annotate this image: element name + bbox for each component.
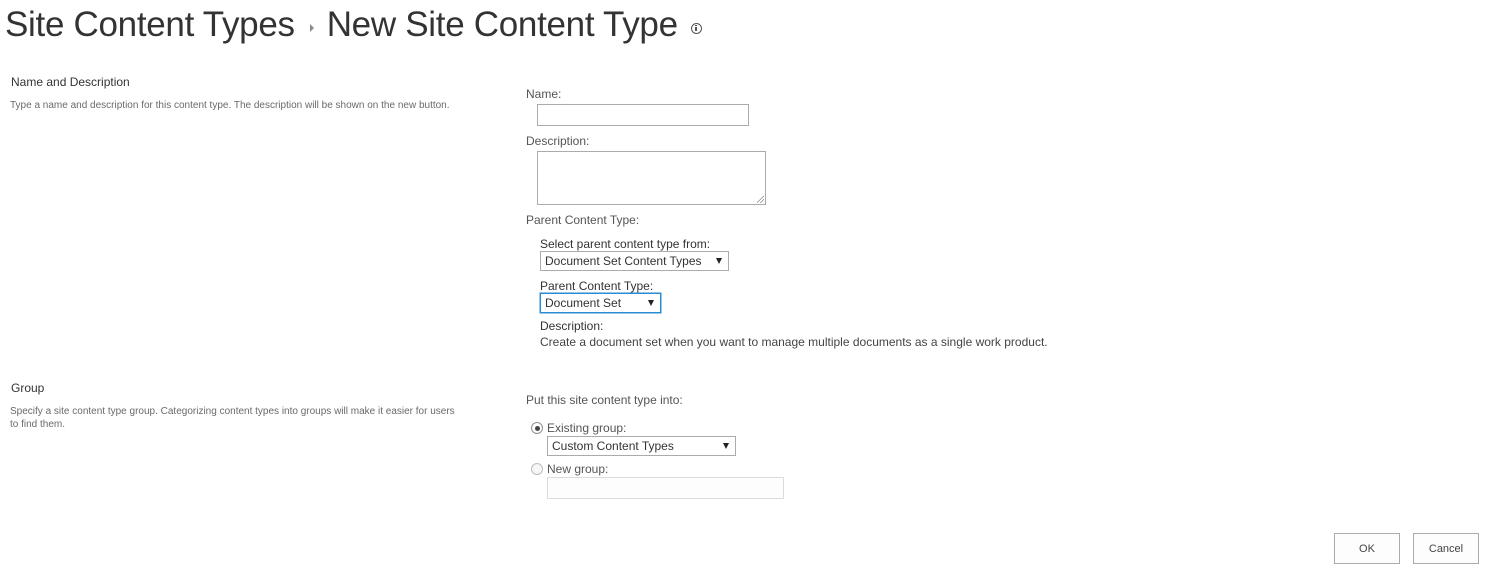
group-section-description-line2: to find them. — [10, 419, 66, 430]
parent-type-label: Parent Content Type: — [540, 279, 654, 293]
group-section-description-line1: Specify a site content type group. Categ… — [10, 406, 455, 417]
chevron-right-icon — [309, 24, 314, 32]
page-title: New Site Content Type — [326, 5, 678, 44]
new-group-input[interactable] — [547, 477, 784, 499]
cancel-button[interactable]: Cancel — [1413, 533, 1479, 564]
parent-content-type-label: Parent Content Type: — [526, 213, 640, 227]
new-group-label[interactable]: New group: — [547, 462, 608, 476]
existing-group-radio[interactable] — [531, 422, 543, 434]
existing-group-label[interactable]: Existing group: — [547, 421, 626, 435]
dropdown-arrow-icon — [716, 258, 722, 264]
existing-group-select-value: Custom Content Types — [552, 439, 674, 453]
parent-type-select[interactable]: Document Set — [540, 293, 661, 313]
parent-description-text: Create a document set when you want to m… — [540, 335, 1048, 349]
name-section-description: Type a name and description for this con… — [10, 100, 450, 111]
ok-button[interactable]: OK — [1334, 533, 1400, 564]
dropdown-arrow-icon — [723, 443, 729, 449]
description-textarea[interactable] — [537, 151, 766, 205]
breadcrumb: Site Content Types New Site Content Type — [5, 2, 702, 48]
group-section-heading: Group — [11, 381, 45, 395]
name-section-heading: Name and Description — [11, 75, 130, 89]
info-icon[interactable] — [690, 22, 702, 34]
resize-grip-icon[interactable] — [757, 196, 764, 203]
new-group-radio[interactable] — [531, 463, 543, 475]
parent-description-label: Description: — [540, 319, 604, 333]
put-into-label: Put this site content type into: — [526, 393, 683, 407]
parent-type-select-value: Document Set — [545, 296, 622, 310]
dropdown-arrow-icon — [648, 300, 654, 306]
parent-group-select[interactable]: Document Set Content Types — [540, 251, 729, 271]
select-parent-from-label: Select parent content type from: — [540, 237, 711, 251]
breadcrumb-parent-link[interactable]: Site Content Types — [5, 5, 295, 45]
name-input[interactable] — [537, 104, 749, 126]
existing-group-select[interactable]: Custom Content Types — [547, 436, 736, 456]
parent-group-select-value: Document Set Content Types — [545, 254, 702, 268]
description-label: Description: — [526, 134, 590, 148]
name-label: Name: — [526, 87, 562, 101]
